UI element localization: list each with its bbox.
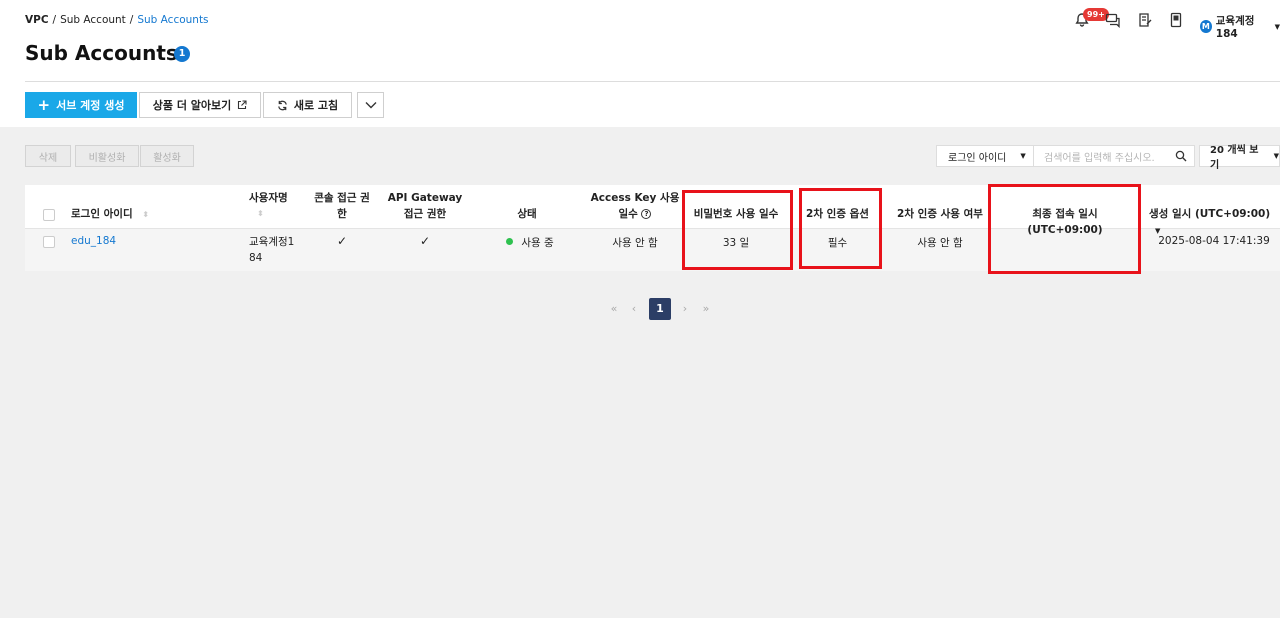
user-name-line2: 84 — [249, 252, 263, 264]
refresh-label: 새로 고침 — [293, 99, 339, 112]
learn-more-button[interactable]: 상품 더 알아보기 — [139, 92, 261, 118]
login-id-link[interactable]: edu_184 — [71, 235, 116, 247]
breadcrumb-vpc[interactable]: VPC — [25, 14, 49, 26]
search-field-select[interactable]: 로그인 아이디 ▼ — [936, 145, 1034, 167]
header-2fa-use: 2차 인증 사용 여부 — [897, 208, 983, 220]
memo-icon[interactable] — [1137, 12, 1153, 28]
breadcrumb-current[interactable]: Sub Accounts — [137, 14, 208, 26]
learn-more-label: 상품 더 알아보기 — [152, 99, 232, 112]
header-api-line1: API Gateway — [387, 192, 463, 204]
prev-page-button[interactable]: ‹ — [623, 298, 645, 320]
avatar: M — [1200, 20, 1212, 33]
help-icon[interactable]: ? — [641, 209, 652, 219]
sort-icon[interactable]: ⬍ — [142, 210, 149, 219]
header-api-gateway: API Gateway 접근 권한 — [385, 190, 465, 222]
status-dot — [506, 238, 514, 245]
refresh-button[interactable]: 새로 고침 — [263, 92, 352, 118]
header-api-line2: 접근 권한 — [403, 208, 447, 220]
caret-down-icon: ▼ — [1273, 152, 1279, 160]
user-name-line1: 교육계정1 — [249, 236, 295, 248]
user-menu[interactable]: M 교육계정184 ▼ — [1200, 13, 1280, 40]
first-page-button[interactable]: « — [603, 298, 625, 320]
status-cell: 사용 중 — [495, 235, 565, 250]
header-access-key-days: Access Key 사용 일수 ? — [585, 190, 685, 222]
search-icon[interactable] — [1175, 150, 1187, 162]
activate-button[interactable]: 활성화 — [140, 145, 194, 167]
highlight-2fa-option — [799, 188, 882, 269]
header-console-line1: 콘솔 접근 권 — [314, 192, 370, 204]
created-cell: 2025-08-04 17:41:39 — [1158, 235, 1270, 247]
search-input[interactable]: 검색어를 입력해 주십시오. — [1034, 145, 1195, 167]
search-placeholder: 검색어를 입력해 주십시오. — [1044, 152, 1155, 164]
header-login-id[interactable]: 로그인 아이디 ⬍ — [71, 206, 149, 223]
chevron-down-icon — [365, 102, 376, 109]
header-console-line2: 한 — [337, 208, 347, 220]
access-key-days-cell: 사용 안 함 — [612, 237, 658, 249]
console-access-check: ✓ — [336, 234, 348, 248]
row-checkbox[interactable] — [43, 236, 55, 248]
create-sub-account-button[interactable]: + 서브 계정 생성 — [25, 92, 137, 118]
header-user-name[interactable]: 사용자명 ⬍ — [249, 190, 288, 222]
breadcrumb-sub-account[interactable]: Sub Account — [60, 14, 126, 26]
sort-desc-icon[interactable]: ▼ — [1155, 227, 1160, 235]
page-title: Sub Accounts — [25, 41, 178, 65]
more-dropdown-button[interactable] — [357, 92, 384, 118]
search-field-value: 로그인 아이디 — [948, 152, 1007, 164]
header-accesskey-line2: 일수 — [618, 208, 638, 220]
page-1-button[interactable]: 1 — [649, 298, 671, 320]
header-accesskey-line1: Access Key 사용 — [590, 192, 680, 204]
api-access-check: ✓ — [419, 234, 431, 248]
2fa-use-cell: 사용 안 함 — [917, 237, 963, 249]
breadcrumb: VPC / Sub Account / Sub Accounts — [25, 14, 209, 26]
chat-icon[interactable] — [1105, 12, 1121, 28]
external-link-icon — [238, 100, 247, 110]
highlight-last-login — [988, 184, 1141, 274]
user-name-cell: 교육계정1 84 — [249, 234, 294, 266]
count-badge: 1 — [174, 46, 190, 62]
delete-button[interactable]: 삭제 — [25, 145, 71, 167]
chevron-down-icon: ▼ — [1274, 22, 1280, 31]
user-name: 교육계정184 — [1215, 15, 1255, 40]
last-page-button[interactable]: » — [695, 298, 717, 320]
breadcrumb-separator: / — [52, 14, 57, 26]
header-login-id-label: 로그인 아이디 — [71, 208, 133, 220]
deactivate-button[interactable]: 비활성화 — [75, 145, 139, 167]
status-text: 사용 중 — [521, 237, 554, 249]
per-page-value: 20 개씩 보기 — [1210, 145, 1259, 171]
caret-down-icon: ▼ — [1020, 152, 1026, 160]
select-all-checkbox[interactable] — [43, 209, 55, 221]
next-page-button[interactable]: › — [674, 298, 696, 320]
book-icon[interactable] — [1168, 12, 1184, 28]
sort-icon[interactable]: ⬍ — [257, 206, 288, 222]
plus-icon: + — [37, 96, 51, 114]
title-divider — [25, 81, 1280, 82]
highlight-password-days — [682, 190, 793, 270]
breadcrumb-separator: / — [129, 14, 134, 26]
header-status: 상태 — [517, 208, 537, 220]
header-console-access: 콘솔 접근 권 한 — [312, 190, 372, 222]
header-created-label: 생성 일시 (UTC+09:00) — [1149, 208, 1271, 220]
refresh-icon — [278, 100, 287, 110]
header-user-name-label: 사용자명 — [249, 192, 288, 204]
per-page-select[interactable]: 20 개씩 보기 ▼ — [1199, 145, 1280, 171]
create-button-label: 서브 계정 생성 — [56, 99, 125, 112]
